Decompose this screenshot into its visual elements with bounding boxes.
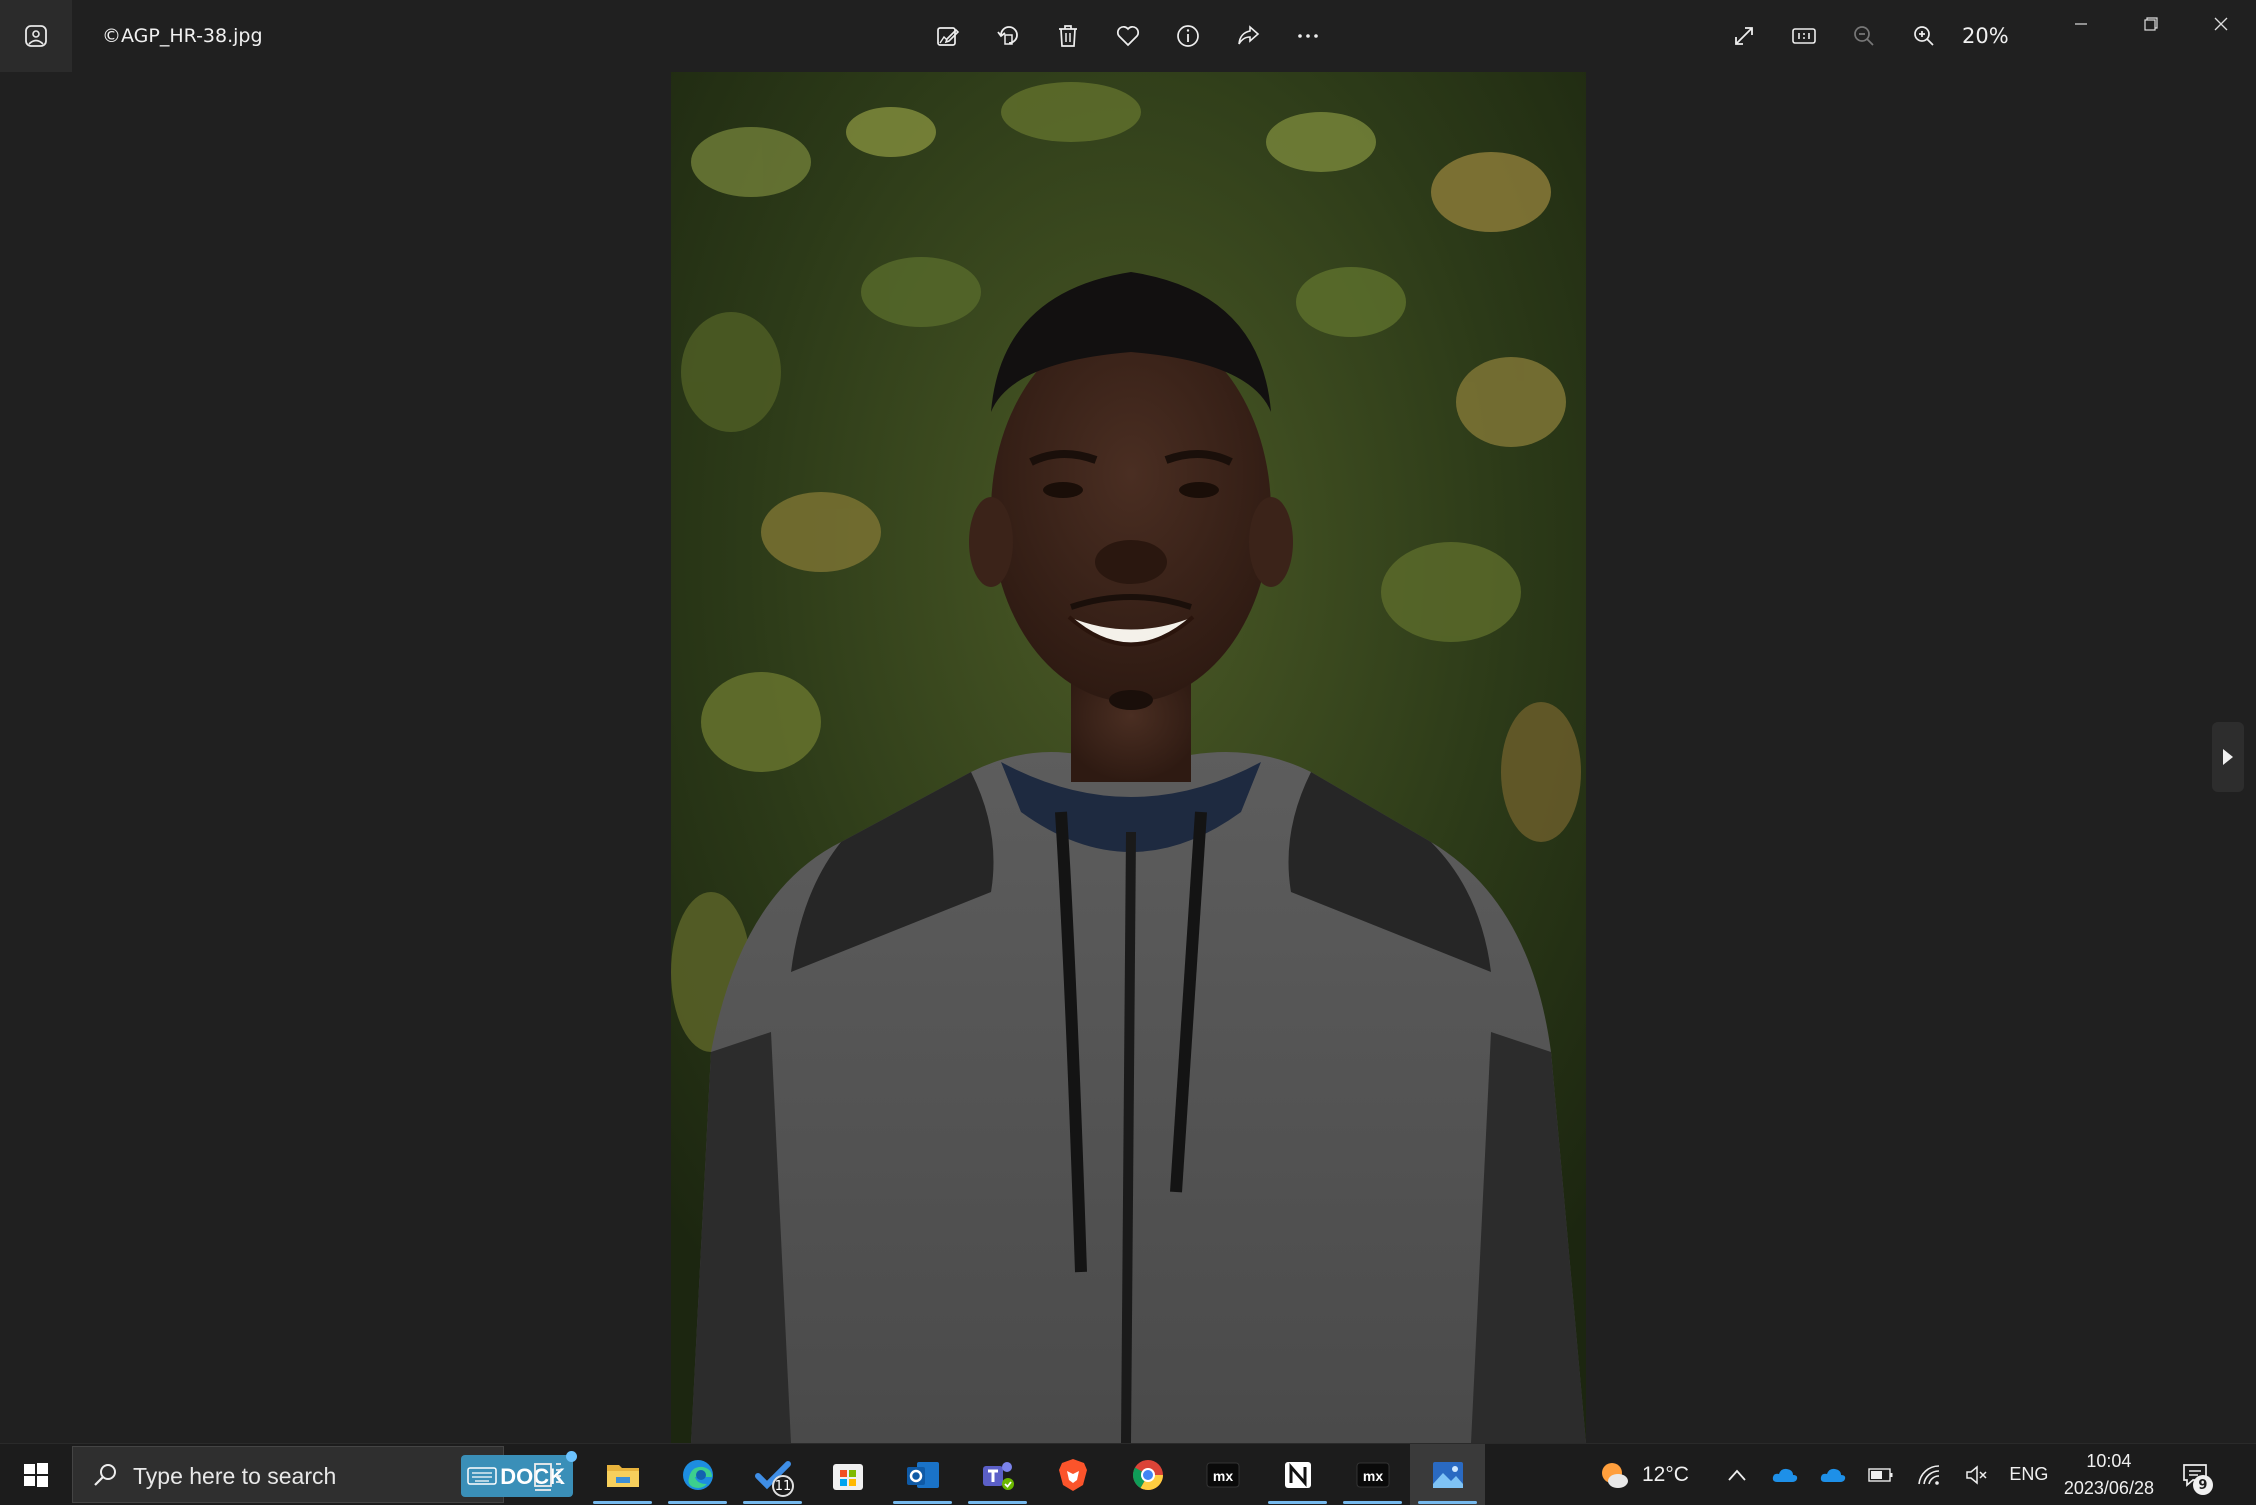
zoom-toolbar: 20% bbox=[1720, 12, 2022, 60]
weather-widget[interactable]: 12°C bbox=[1596, 1457, 1689, 1493]
weather-sun-cloud-icon bbox=[1602, 1462, 1628, 1488]
system-tray: 12°C ENG 10:04 2023/06/28 9 bbox=[1596, 1444, 2229, 1505]
share-icon bbox=[1238, 25, 1260, 45]
portrait-photo bbox=[671, 72, 1586, 1443]
edge-icon bbox=[682, 1459, 713, 1490]
task-view-icon bbox=[533, 1462, 561, 1491]
image-viewport[interactable] bbox=[671, 72, 1586, 1443]
trash-icon bbox=[1059, 25, 1077, 47]
volume-muted-icon bbox=[1966, 1464, 1987, 1485]
show-hidden-icons-button[interactable] bbox=[1713, 1444, 1761, 1505]
chevron-up-icon bbox=[1728, 1469, 1746, 1481]
task-view-button[interactable] bbox=[510, 1444, 585, 1505]
svg-text:mx: mx bbox=[1362, 1468, 1382, 1484]
zoom-out-icon bbox=[1854, 26, 1874, 46]
next-image-button[interactable] bbox=[2212, 722, 2244, 792]
teams-app[interactable] bbox=[960, 1444, 1035, 1505]
restore-button[interactable] bbox=[2116, 0, 2186, 48]
full-screen-button[interactable] bbox=[1720, 12, 1768, 60]
zoom-in-icon bbox=[1914, 26, 1934, 46]
file-explorer-app[interactable] bbox=[585, 1444, 660, 1505]
search-placeholder: Type here to search bbox=[133, 1463, 337, 1489]
mx-icon: mx bbox=[1356, 1462, 1389, 1487]
start-button[interactable] bbox=[0, 1444, 72, 1505]
input-language[interactable]: ENG bbox=[2001, 1464, 2057, 1485]
chrome-app[interactable] bbox=[1110, 1444, 1185, 1505]
onedrive-business-tray[interactable] bbox=[1809, 1444, 1857, 1505]
play-right-icon bbox=[2223, 749, 2233, 765]
taskbar-apps: 11 mx mx bbox=[510, 1444, 1485, 1505]
zoom-level[interactable]: 20% bbox=[1962, 24, 2022, 48]
rotate-button[interactable] bbox=[984, 12, 1032, 60]
edit-image-button[interactable] bbox=[924, 12, 972, 60]
image-toolbar bbox=[924, 12, 1344, 60]
weather-temperature: 12°C bbox=[1642, 1462, 1689, 1486]
clock[interactable]: 10:04 2023/06/28 bbox=[2057, 1448, 2161, 1502]
close-icon bbox=[2214, 17, 2228, 31]
outlook-icon bbox=[906, 1461, 939, 1488]
edit-image-icon bbox=[937, 27, 960, 46]
clock-date: 2023/06/28 bbox=[2063, 1477, 2154, 1498]
battery-tray[interactable] bbox=[1857, 1444, 1905, 1505]
teams-icon bbox=[982, 1461, 1014, 1490]
outlook-app[interactable] bbox=[885, 1444, 960, 1505]
edge-browser-app[interactable] bbox=[660, 1444, 735, 1505]
delete-button[interactable] bbox=[1044, 12, 1092, 60]
file-name: ©AGP_HR-38.jpg bbox=[102, 25, 263, 47]
mx-app-2[interactable]: mx bbox=[1335, 1444, 1410, 1505]
notion-app[interactable] bbox=[1260, 1444, 1335, 1505]
todo-badge: 11 bbox=[772, 1475, 794, 1497]
dock-keyboard-icon bbox=[467, 1467, 497, 1485]
expand-icon bbox=[1735, 27, 1753, 45]
close-button[interactable] bbox=[2186, 0, 2256, 48]
favorite-button[interactable] bbox=[1104, 12, 1152, 60]
info-icon bbox=[1177, 25, 1199, 47]
notification-count: 9 bbox=[2192, 1475, 2213, 1495]
clock-time: 10:04 bbox=[2086, 1450, 2132, 1471]
brave-browser-app[interactable] bbox=[1035, 1444, 1110, 1505]
notification-center-button[interactable]: 9 bbox=[2161, 1444, 2229, 1505]
title-bar: ©AGP_HR-38.jpg 20% bbox=[0, 0, 2256, 72]
restore-icon bbox=[2144, 17, 2158, 31]
photos-app-icon[interactable] bbox=[0, 0, 72, 72]
zoom-out-button[interactable] bbox=[1840, 12, 1888, 60]
share-button[interactable] bbox=[1224, 12, 1272, 60]
minimize-icon bbox=[2075, 23, 2087, 25]
network-tray[interactable] bbox=[1905, 1444, 1953, 1505]
notion-icon bbox=[1284, 1461, 1311, 1488]
actual-size-button[interactable] bbox=[1780, 12, 1828, 60]
onedrive-personal-tray[interactable] bbox=[1761, 1444, 1809, 1505]
photos-icon bbox=[25, 25, 47, 47]
brave-lion-icon bbox=[1058, 1458, 1087, 1491]
photos-app[interactable] bbox=[1410, 1444, 1485, 1505]
chrome-icon bbox=[1132, 1459, 1163, 1490]
taskbar: Type here to search DOCK 11 mx mx 12°C E… bbox=[0, 1443, 2256, 1505]
zoom-in-button[interactable] bbox=[1900, 12, 1948, 60]
svg-text:mx: mx bbox=[1212, 1468, 1232, 1484]
minimize-button[interactable] bbox=[2046, 0, 2116, 48]
taskbar-search-box[interactable]: Type here to search DOCK bbox=[72, 1446, 577, 1503]
mx-app[interactable]: mx bbox=[1185, 1444, 1260, 1505]
volume-tray[interactable] bbox=[1953, 1444, 2001, 1505]
folder-icon bbox=[606, 1464, 639, 1487]
more-icon bbox=[1298, 34, 1318, 38]
store-icon bbox=[832, 1463, 863, 1490]
window-controls bbox=[2046, 0, 2256, 48]
more-options-button[interactable] bbox=[1284, 12, 1332, 60]
mx-icon: mx bbox=[1206, 1462, 1239, 1487]
battery-icon bbox=[1868, 1467, 1893, 1482]
file-info-button[interactable] bbox=[1164, 12, 1212, 60]
rotate-icon bbox=[997, 26, 1018, 45]
cloud-icon bbox=[1772, 1468, 1798, 1482]
windows-logo-icon bbox=[24, 1462, 48, 1487]
microsoft-store-app[interactable] bbox=[810, 1444, 885, 1505]
photos-landscape-icon bbox=[1432, 1461, 1463, 1488]
wifi-icon bbox=[1918, 1464, 1939, 1485]
search-icon bbox=[94, 1464, 116, 1486]
todo-app[interactable]: 11 bbox=[735, 1444, 810, 1505]
heart-icon bbox=[1116, 25, 1140, 47]
actual-size-icon bbox=[1792, 28, 1816, 44]
cloud-icon bbox=[1820, 1468, 1846, 1482]
